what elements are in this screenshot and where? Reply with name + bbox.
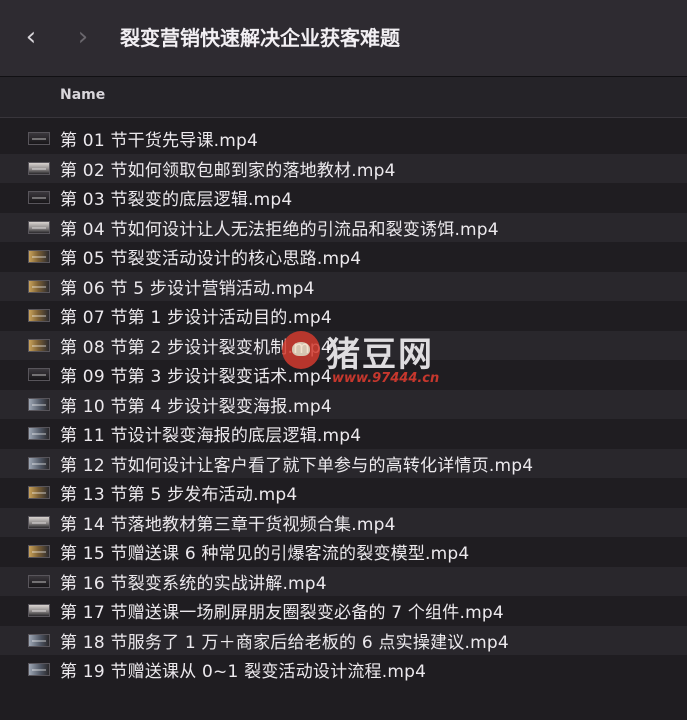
video-thumbnail-icon xyxy=(28,633,50,647)
file-name: 第 08 节第 2 步设计裂变机制.mp4 xyxy=(60,337,332,358)
video-thumbnail-icon xyxy=(28,368,50,382)
file-row[interactable]: 第 19 节赠送课从 0~1 裂变活动设计流程.mp4 xyxy=(0,655,687,685)
file-row[interactable]: 第 12 节如何设计让客户看了就下单参与的高转化详情页.mp4 xyxy=(0,448,687,478)
file-name: 第 16 节裂变系统的实战讲解.mp4 xyxy=(60,573,327,594)
video-thumbnail-icon xyxy=(28,604,50,618)
file-name: 第 01 节干货先导课.mp4 xyxy=(60,131,259,152)
video-thumbnail-icon xyxy=(28,574,50,588)
file-row[interactable]: 第 03 节裂变的底层逻辑.mp4 xyxy=(0,183,687,213)
video-thumbnail-icon xyxy=(28,397,50,411)
video-thumbnail-icon xyxy=(28,427,50,441)
video-thumbnail-icon xyxy=(28,191,50,205)
column-header-row: Name xyxy=(0,77,687,118)
file-name: 第 09 节第 3 步设计裂变话术.mp4 xyxy=(60,367,332,388)
chevron-left-icon: ‹ xyxy=(25,22,37,52)
file-name: 第 15 节赠送课 6 种常见的引爆客流的裂变模型.mp4 xyxy=(60,544,470,565)
file-row[interactable]: 第 11 节设计裂变海报的底层逻辑.mp4 xyxy=(0,419,687,449)
chevron-right-icon: › xyxy=(77,22,89,52)
window-titlebar: ‹ › 裂变营销快速解决企业获客难题 xyxy=(0,0,687,77)
video-thumbnail-icon xyxy=(28,220,50,234)
file-name: 第 17 节赠送课一场刷屏朋友圈裂变必备的 7 个组件.mp4 xyxy=(60,603,504,624)
forward-button[interactable]: › xyxy=(66,20,100,54)
file-name: 第 19 节赠送课从 0~1 裂变活动设计流程.mp4 xyxy=(60,662,427,683)
file-row[interactable]: 第 02 节如何领取包邮到家的落地教材.mp4 xyxy=(0,153,687,183)
window-title: 裂变营销快速解决企业获客难题 xyxy=(120,26,400,50)
file-row[interactable]: 第 17 节赠送课一场刷屏朋友圈裂变必备的 7 个组件.mp4 xyxy=(0,596,687,626)
file-name: 第 03 节裂变的底层逻辑.mp4 xyxy=(60,190,293,211)
file-row[interactable]: 第 15 节赠送课 6 种常见的引爆客流的裂变模型.mp4 xyxy=(0,537,687,567)
video-thumbnail-icon xyxy=(28,515,50,529)
video-thumbnail-icon xyxy=(28,161,50,175)
video-thumbnail-icon xyxy=(28,486,50,500)
file-list: 第 01 节干货先导课.mp4 第 02 节如何领取包邮到家的落地教材.mp4 第 … xyxy=(0,124,687,685)
video-thumbnail-icon xyxy=(28,132,50,146)
file-row[interactable]: 第 04 节如何设计让人无法拒绝的引流品和裂变诱饵.mp4 xyxy=(0,212,687,242)
video-thumbnail-icon xyxy=(28,545,50,559)
file-name: 第 11 节设计裂变海报的底层逻辑.mp4 xyxy=(60,426,362,447)
video-thumbnail-icon xyxy=(28,309,50,323)
column-header-name[interactable]: Name xyxy=(60,87,105,103)
file-row[interactable]: 第 14 节落地教材第三章干货视频合集.mp4 xyxy=(0,507,687,537)
video-thumbnail-icon xyxy=(28,279,50,293)
file-row[interactable]: 第 16 节裂变系统的实战讲解.mp4 xyxy=(0,566,687,596)
file-name: 第 04 节如何设计让人无法拒绝的引流品和裂变诱饵.mp4 xyxy=(60,219,499,240)
file-name: 第 10 节第 4 步设计裂变海报.mp4 xyxy=(60,396,332,417)
file-row[interactable]: 第 09 节第 3 步设计裂变话术.mp4 xyxy=(0,360,687,390)
file-name: 第 12 节如何设计让客户看了就下单参与的高转化详情页.mp4 xyxy=(60,455,534,476)
file-name: 第 05 节裂变活动设计的核心思路.mp4 xyxy=(60,249,362,270)
video-thumbnail-icon xyxy=(28,663,50,677)
file-name: 第 18 节服务了 1 万＋商家后给老板的 6 点实操建议.mp4 xyxy=(60,632,509,653)
file-row[interactable]: 第 06 节 5 步设计营销活动.mp4 xyxy=(0,271,687,301)
file-row[interactable]: 第 07 节第 1 步设计活动目的.mp4 xyxy=(0,301,687,331)
file-name: 第 07 节第 1 步设计活动目的.mp4 xyxy=(60,308,332,329)
file-name: 第 06 节 5 步设计营销活动.mp4 xyxy=(60,278,315,299)
file-row[interactable]: 第 13 节第 5 步发布活动.mp4 xyxy=(0,478,687,508)
video-thumbnail-icon xyxy=(28,338,50,352)
file-row[interactable]: 第 10 节第 4 步设计裂变海报.mp4 xyxy=(0,389,687,419)
file-row[interactable]: 第 18 节服务了 1 万＋商家后给老板的 6 点实操建议.mp4 xyxy=(0,625,687,655)
file-name: 第 13 节第 5 步发布活动.mp4 xyxy=(60,485,298,506)
back-button[interactable]: ‹ xyxy=(14,20,48,54)
file-row[interactable]: 第 05 节裂变活动设计的核心思路.mp4 xyxy=(0,242,687,272)
file-row[interactable]: 第 01 节干货先导课.mp4 xyxy=(0,124,687,154)
video-thumbnail-icon xyxy=(28,250,50,264)
video-thumbnail-icon xyxy=(28,456,50,470)
file-row[interactable]: 第 08 节第 2 步设计裂变机制.mp4 xyxy=(0,330,687,360)
file-name: 第 14 节落地教材第三章干货视频合集.mp4 xyxy=(60,514,396,535)
file-name: 第 02 节如何领取包邮到家的落地教材.mp4 xyxy=(60,160,396,181)
